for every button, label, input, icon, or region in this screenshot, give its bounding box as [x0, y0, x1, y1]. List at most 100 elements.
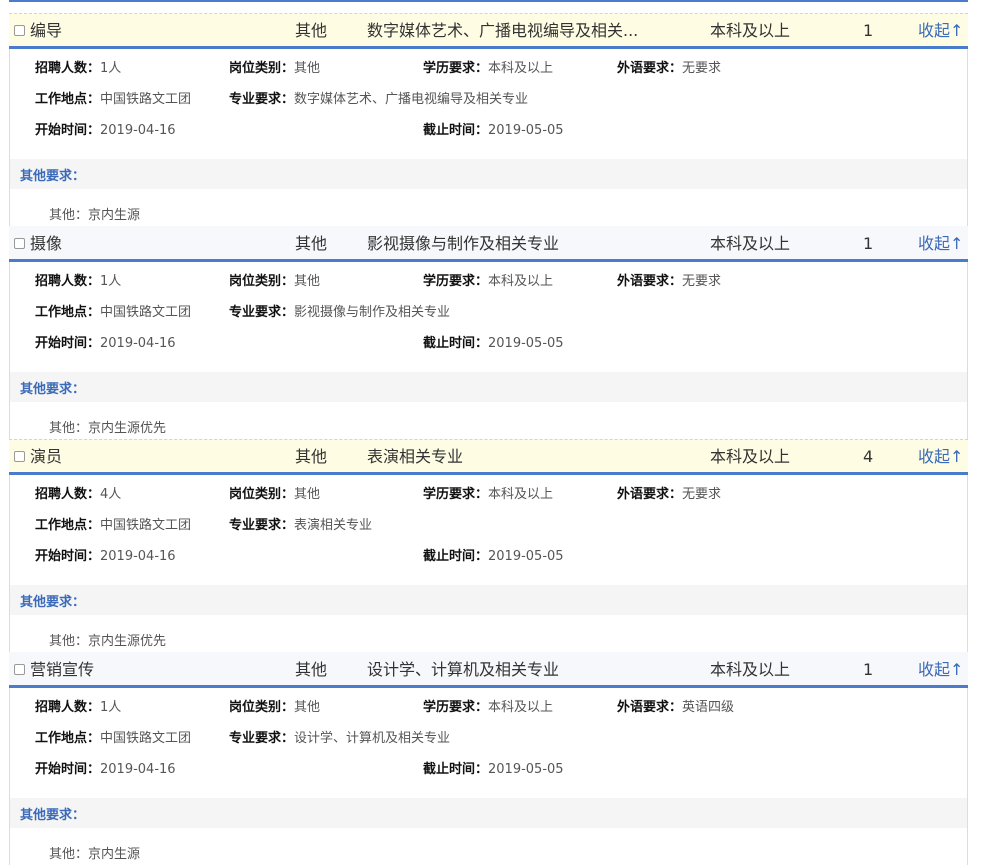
- location-label: 工作地点：: [35, 731, 101, 746]
- major-label: 专业要求：: [229, 92, 295, 107]
- job-count: 1: [863, 660, 874, 679]
- job-item: 营销宣传 其他 设计学、计算机及相关专业 本科及以上 1 收起↑ 招聘人数：1人…: [9, 652, 968, 865]
- collapse-toggle[interactable]: 收起↑: [918, 660, 963, 680]
- language-label: 外语要求：: [617, 487, 683, 502]
- count-field: 招聘人数：1人: [35, 60, 121, 78]
- job-details: 招聘人数：1人 岗位类别：其他 学历要求：本科及以上 外语要求：无要求 工作地点…: [9, 49, 968, 226]
- job-list: 编导 其他 数字媒体艺术、广播电视编导及相关... 本科及以上 1 收起↑ 招聘…: [0, 0, 983, 865]
- job-major: 表演相关专业: [367, 447, 464, 466]
- job-header[interactable]: 摄像 其他 影视摄像与制作及相关专业 本科及以上 1 收起↑: [9, 226, 968, 262]
- language-field: 外语要求：英语四级: [617, 699, 734, 717]
- end-field: 截止时间：2019-05-05: [423, 548, 564, 566]
- job-details: 招聘人数：4人 岗位类别：其他 学历要求：本科及以上 外语要求：无要求 工作地点…: [9, 475, 968, 652]
- major-label: 专业要求：: [229, 518, 295, 533]
- job-major: 数字媒体艺术、广播电视编导及相关...: [367, 21, 639, 40]
- count-field: 招聘人数：1人: [35, 273, 121, 291]
- major-field: 专业要求：设计学、计算机及相关专业: [229, 730, 450, 748]
- language-label: 外语要求：: [617, 274, 683, 289]
- education-value: 本科及以上: [488, 274, 554, 289]
- start-field: 开始时间：2019-04-16: [35, 335, 176, 353]
- job-title: 摄像: [30, 234, 63, 253]
- end-value: 2019-05-05: [488, 123, 564, 138]
- count-value: 4人: [100, 487, 122, 502]
- start-value: 2019-04-16: [100, 336, 176, 351]
- job-details: 招聘人数：1人 岗位类别：其他 学历要求：本科及以上 外语要求：无要求 工作地点…: [9, 262, 968, 439]
- end-field: 截止时间：2019-05-05: [423, 761, 564, 779]
- end-field: 截止时间：2019-05-05: [423, 122, 564, 140]
- job-count: 1: [863, 234, 874, 253]
- major-field: 专业要求：数字媒体艺术、广播电视编导及相关专业: [229, 91, 528, 109]
- count-value: 1人: [100, 61, 122, 76]
- category-label: 岗位类别：: [229, 61, 295, 76]
- end-label: 截止时间：: [423, 336, 489, 351]
- education-field: 学历要求：本科及以上: [423, 699, 553, 717]
- location-value: 中国铁路文工团: [100, 518, 192, 533]
- category-value: 其他: [294, 487, 321, 502]
- end-label: 截止时间：: [423, 549, 489, 564]
- job-major: 影视摄像与制作及相关专业: [367, 234, 560, 253]
- language-value: 英语四级: [682, 700, 735, 715]
- select-checkbox[interactable]: [14, 25, 25, 36]
- other-requirements-text: 其他：京内生源优先: [49, 634, 167, 649]
- education-label: 学历要求：: [423, 61, 489, 76]
- count-value: 1人: [100, 700, 122, 715]
- category-field: 岗位类别：其他: [229, 486, 320, 504]
- end-value: 2019-05-05: [488, 336, 564, 351]
- language-value: 无要求: [682, 487, 722, 502]
- location-label: 工作地点：: [35, 305, 101, 320]
- education-field: 学历要求：本科及以上: [423, 60, 553, 78]
- end-value: 2019-05-05: [488, 549, 564, 564]
- category-value: 其他: [294, 274, 321, 289]
- location-field: 工作地点：中国铁路文工团: [35, 517, 191, 535]
- select-checkbox[interactable]: [14, 238, 25, 249]
- other-requirements-bar: 其他要求：: [10, 585, 967, 615]
- divider: [9, 439, 968, 440]
- collapse-toggle[interactable]: 收起↑: [918, 21, 963, 41]
- major-label: 专业要求：: [229, 731, 295, 746]
- location-value: 中国铁路文工团: [100, 731, 192, 746]
- category-value: 其他: [294, 61, 321, 76]
- location-field: 工作地点：中国铁路文工团: [35, 730, 191, 748]
- other-requirements-label: 其他要求：: [20, 808, 86, 823]
- job-header[interactable]: 演员 其他 表演相关专业 本科及以上 4 收起↑: [9, 439, 968, 475]
- other-requirements-text: 其他：京内生源: [49, 208, 141, 223]
- education-label: 学历要求：: [423, 487, 489, 502]
- end-label: 截止时间：: [423, 762, 489, 777]
- education-value: 本科及以上: [488, 700, 554, 715]
- count-label: 招聘人数：: [35, 274, 101, 289]
- start-field: 开始时间：2019-04-16: [35, 761, 176, 779]
- collapse-toggle[interactable]: 收起↑: [918, 447, 963, 467]
- language-field: 外语要求：无要求: [617, 486, 721, 504]
- language-value: 无要求: [682, 61, 722, 76]
- education-field: 学历要求：本科及以上: [423, 486, 553, 504]
- select-checkbox[interactable]: [14, 664, 25, 675]
- count-field: 招聘人数：1人: [35, 699, 121, 717]
- end-value: 2019-05-05: [488, 762, 564, 777]
- job-title: 编导: [30, 21, 63, 40]
- job-header[interactable]: 营销宣传 其他 设计学、计算机及相关专业 本科及以上 1 收起↑: [9, 652, 968, 688]
- end-field: 截止时间：2019-05-05: [423, 335, 564, 353]
- job-header[interactable]: 编导 其他 数字媒体艺术、广播电视编导及相关... 本科及以上 1 收起↑: [9, 13, 968, 49]
- language-field: 外语要求：无要求: [617, 273, 721, 291]
- major-value: 影视摄像与制作及相关专业: [294, 305, 451, 320]
- job-item: 演员 其他 表演相关专业 本科及以上 4 收起↑ 招聘人数：4人 岗位类别：其他…: [9, 439, 968, 652]
- start-field: 开始时间：2019-04-16: [35, 548, 176, 566]
- job-category: 其他: [295, 21, 328, 40]
- job-education: 本科及以上: [710, 447, 791, 466]
- count-label: 招聘人数：: [35, 700, 101, 715]
- top-divider: [9, 0, 968, 2]
- category-field: 岗位类别：其他: [229, 60, 320, 78]
- collapse-toggle[interactable]: 收起↑: [918, 234, 963, 254]
- language-label: 外语要求：: [617, 61, 683, 76]
- job-item: 编导 其他 数字媒体艺术、广播电视编导及相关... 本科及以上 1 收起↑ 招聘…: [9, 13, 968, 226]
- job-count: 1: [863, 21, 874, 40]
- location-field: 工作地点：中国铁路文工团: [35, 91, 191, 109]
- location-value: 中国铁路文工团: [100, 305, 192, 320]
- education-label: 学历要求：: [423, 274, 489, 289]
- language-field: 外语要求：无要求: [617, 60, 721, 78]
- category-value: 其他: [294, 700, 321, 715]
- select-checkbox[interactable]: [14, 451, 25, 462]
- category-label: 岗位类别：: [229, 274, 295, 289]
- category-field: 岗位类别：其他: [229, 699, 320, 717]
- category-label: 岗位类别：: [229, 700, 295, 715]
